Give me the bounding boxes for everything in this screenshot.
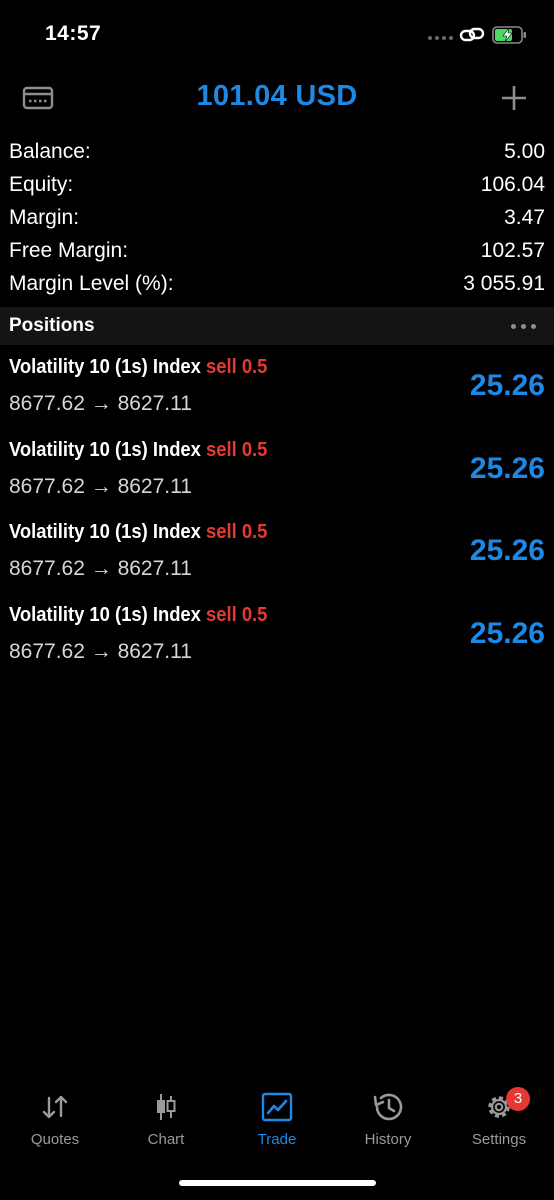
summary-row-margin-level: Margin Level (%): 3 055.91: [0, 268, 554, 301]
position-symbol: Volatility 10 (1s) Index: [9, 521, 201, 543]
position-side: sell 0.5: [206, 356, 268, 378]
position-prices: 8677.62 → 8627.11: [9, 557, 192, 580]
status-time: 14:57: [45, 22, 102, 45]
summary-label: Margin Level (%):: [9, 272, 174, 295]
summary-value: 106.04: [480, 173, 545, 196]
battery-charging-icon: [492, 26, 526, 44]
tab-label: History: [364, 1131, 412, 1148]
positions-header: Positions: [0, 307, 554, 345]
signal-icon: [428, 36, 453, 40]
link-icon: [459, 27, 485, 42]
position-title: Volatility 10 (1s) Index sell 0.5: [9, 604, 267, 627]
chart-icon: [157, 1094, 176, 1120]
position-side: sell 0.5: [206, 603, 268, 626]
tab-chart[interactable]: Chart: [111, 1085, 221, 1148]
positions-list: Volatility 10 (1s) Index sell 0.5 8677.6…: [0, 352, 554, 682]
positions-title: Positions: [9, 315, 95, 336]
position-title: Volatility 10 (1s) Index sell 0.5: [9, 439, 267, 462]
tab-label: Chart: [147, 1131, 185, 1148]
trade-icon: [261, 1092, 293, 1122]
summary-label: Margin:: [9, 206, 80, 229]
add-icon[interactable]: [500, 84, 528, 112]
page-title: 101.04 USD: [196, 80, 358, 112]
more-options-icon[interactable]: [511, 324, 536, 329]
summary-label: Equity:: [9, 173, 74, 196]
status-bar: 14:57: [0, 0, 554, 70]
quotes-icon: [42, 1095, 68, 1119]
position-prices: 8677.62 → 8627.11: [9, 639, 192, 663]
tab-history[interactable]: History: [333, 1085, 443, 1148]
position-side: sell 0.5: [206, 521, 268, 543]
position-prices: 8677.62 → 8627.11: [9, 474, 192, 498]
summary-value: 3 055.91: [463, 272, 545, 295]
notification-badge: 3: [506, 1087, 530, 1111]
summary-row-equity: Equity: 106.04: [0, 169, 554, 202]
position-side: sell 0.5: [206, 438, 268, 461]
summary-value: 102.57: [480, 239, 545, 262]
position-profit: 25.26: [469, 616, 545, 650]
summary-row-margin: Margin: 3.47: [0, 202, 554, 235]
tab-quotes[interactable]: Quotes: [0, 1085, 110, 1148]
summary-value: 5.00: [504, 140, 545, 163]
position-profit: 25.26: [469, 534, 545, 567]
tab-label: Quotes: [30, 1131, 80, 1148]
position-symbol: Volatility 10 (1s) Index: [9, 438, 201, 461]
account-summary: Balance: 5.00 Equity: 106.04 Margin: 3.4…: [0, 136, 554, 301]
tab-label: Settings: [471, 1131, 527, 1148]
summary-row-balance: Balance: 5.00: [0, 136, 554, 169]
position-profit: 25.26: [469, 451, 545, 485]
position-prices: 8677.62 → 8627.11: [9, 392, 192, 415]
position-profit: 25.26: [469, 369, 545, 402]
home-indicator[interactable]: [179, 1180, 376, 1186]
position-title: Volatility 10 (1s) Index sell 0.5: [9, 521, 267, 544]
position-row[interactable]: Volatility 10 (1s) Index sell 0.5 8677.6…: [0, 352, 554, 435]
tab-settings[interactable]: Settings 3: [444, 1085, 554, 1148]
position-symbol: Volatility 10 (1s) Index: [9, 356, 201, 378]
tab-label: Trade: [257, 1131, 297, 1148]
header: 101.04 USD: [0, 76, 554, 122]
tab-bar: Quotes Chart Trade History Settings 3: [0, 1085, 554, 1165]
position-row[interactable]: Volatility 10 (1s) Index sell 0.5 8677.6…: [0, 600, 554, 683]
summary-label: Balance:: [9, 140, 91, 163]
summary-value: 3.47: [504, 206, 545, 229]
position-title: Volatility 10 (1s) Index sell 0.5: [9, 356, 267, 379]
position-symbol: Volatility 10 (1s) Index: [9, 603, 201, 626]
summary-row-free-margin: Free Margin: 102.57: [0, 235, 554, 268]
position-row[interactable]: Volatility 10 (1s) Index sell 0.5 8677.6…: [0, 435, 554, 518]
position-row[interactable]: Volatility 10 (1s) Index sell 0.5 8677.6…: [0, 517, 554, 600]
tab-trade[interactable]: Trade: [222, 1085, 332, 1148]
history-icon: [373, 1093, 403, 1121]
summary-label: Free Margin:: [9, 239, 129, 262]
